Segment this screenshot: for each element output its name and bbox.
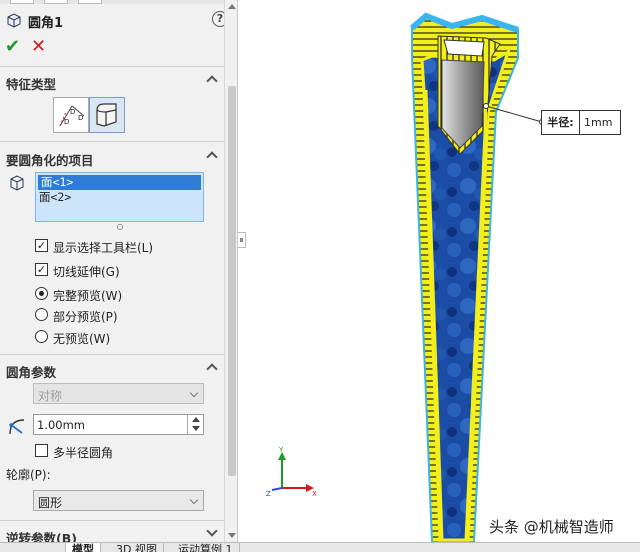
svg-text:D: D bbox=[70, 108, 75, 116]
manual-fillet-icon: D D D bbox=[59, 105, 85, 127]
manual-fillet-button[interactable]: D D D bbox=[53, 97, 89, 133]
y-axis-label: Y bbox=[278, 446, 284, 454]
select-value: 圆形 bbox=[38, 496, 63, 510]
expand-chevron-icon[interactable] bbox=[206, 525, 218, 537]
property-manager: 圆角1 ? ✔ ✕ 特征类型 D D D 要圆角化的项目 面<1> 面<2> ✓… bbox=[0, 0, 238, 552]
chevron-down-icon bbox=[189, 495, 199, 505]
radio-selected[interactable] bbox=[35, 287, 48, 300]
scroll-thumb[interactable] bbox=[228, 86, 236, 476]
section-feature-type[interactable]: 特征类型 bbox=[6, 74, 218, 92]
option-label: 部分预览(P) bbox=[53, 310, 118, 324]
collapse-chevron-icon[interactable] bbox=[206, 75, 218, 87]
watermark: 头条 @机械智造师 bbox=[489, 518, 614, 536]
option-label: 切线延伸(G) bbox=[53, 265, 120, 279]
divider bbox=[0, 66, 224, 67]
checkbox-checked[interactable]: ✓ bbox=[35, 263, 48, 276]
panel-scrollbar[interactable] bbox=[224, 0, 237, 552]
section-fillet-params[interactable]: 圆角参数 bbox=[6, 362, 218, 380]
divider bbox=[0, 141, 224, 142]
ok-button[interactable]: ✔ bbox=[5, 38, 21, 56]
radius-input[interactable]: 1.00mm bbox=[33, 414, 204, 435]
radius-callout[interactable]: 半径: 1mm bbox=[541, 110, 621, 135]
panel-collapse-handle[interactable] bbox=[238, 232, 246, 248]
divider bbox=[0, 354, 224, 355]
panel-tab-strip bbox=[0, 0, 224, 4]
collapse-chevron-icon[interactable] bbox=[206, 363, 218, 375]
collapse-chevron-icon[interactable] bbox=[206, 151, 218, 163]
checkbox-checked[interactable]: ✓ bbox=[35, 239, 48, 252]
svg-text:D: D bbox=[64, 118, 69, 126]
option-label: 多半径圆角 bbox=[53, 446, 114, 460]
tab-motion-study[interactable]: 运动算例 1 bbox=[172, 543, 240, 552]
option-label: 完整预览(W) bbox=[53, 289, 123, 303]
spinner-down-icon[interactable] bbox=[192, 426, 200, 431]
callout-label: 半径: bbox=[542, 111, 580, 134]
face-selection-list[interactable]: 面<1> 面<2> bbox=[35, 172, 204, 222]
section-items-title: 要圆角化的项目 bbox=[6, 153, 94, 168]
graphics-viewport[interactable]: 半径: 1mm Y X Z 头条 @机械智造师 bbox=[246, 0, 640, 542]
propertymanager-tab[interactable] bbox=[44, 0, 68, 4]
z-axis-label: Z bbox=[266, 490, 271, 498]
profile-select[interactable]: 圆形 bbox=[33, 490, 204, 511]
svg-text:D: D bbox=[78, 114, 83, 122]
section-items-to-fillet[interactable]: 要圆角化的项目 bbox=[6, 150, 218, 168]
configurationmanager-tab[interactable] bbox=[78, 0, 102, 4]
radius-value: 1.00mm bbox=[37, 418, 86, 432]
bottom-tab-bar: 模型 3D 视图 运动算例 1 bbox=[0, 542, 640, 552]
chevron-down-icon bbox=[189, 388, 199, 398]
radius-icon bbox=[9, 419, 25, 435]
section-feature-type-title: 特征类型 bbox=[6, 77, 57, 92]
featuremanager-tab[interactable] bbox=[10, 0, 34, 4]
fillet-method-select[interactable]: 对称 bbox=[33, 383, 204, 404]
face-selection-icon bbox=[10, 175, 24, 191]
cancel-button[interactable]: ✕ bbox=[31, 38, 47, 56]
axis-triad: Y X Z bbox=[266, 446, 317, 498]
tab-3d-view[interactable]: 3D 视图 bbox=[110, 543, 164, 552]
x-axis-label: X bbox=[312, 490, 317, 498]
callout-value[interactable]: 1mm bbox=[580, 111, 620, 134]
list-item[interactable]: 面<2> bbox=[36, 190, 203, 205]
section-params-title: 圆角参数 bbox=[6, 365, 57, 380]
fillet-xpert-button[interactable] bbox=[89, 97, 125, 133]
option-label: 显示选择工具栏(L) bbox=[53, 241, 154, 255]
option-label: 无预览(W) bbox=[53, 332, 111, 346]
tab-scroll-arrows[interactable] bbox=[0, 543, 66, 552]
spinner-up-icon[interactable] bbox=[192, 417, 200, 422]
scroll-up-icon[interactable] bbox=[228, 4, 236, 9]
feature-title: 圆角1 bbox=[28, 16, 64, 31]
scroll-down-icon[interactable] bbox=[228, 533, 236, 538]
fillet-feature-icon bbox=[7, 13, 21, 28]
profile-label: 轮廓(P): bbox=[6, 468, 51, 482]
select-value: 对称 bbox=[38, 389, 63, 403]
feature-title-row: 圆角1 ? bbox=[6, 10, 232, 31]
radio-unselected[interactable] bbox=[35, 308, 48, 321]
radius-spinner[interactable] bbox=[187, 415, 203, 434]
checkbox-unchecked[interactable] bbox=[35, 444, 48, 457]
radio-unselected[interactable] bbox=[35, 330, 48, 343]
list-resize-handle[interactable] bbox=[117, 224, 123, 230]
fillet-cube-icon bbox=[96, 103, 117, 127]
list-item[interactable]: 面<1> bbox=[38, 175, 201, 190]
divider bbox=[0, 520, 224, 521]
tab-model[interactable]: 模型 bbox=[66, 543, 101, 552]
